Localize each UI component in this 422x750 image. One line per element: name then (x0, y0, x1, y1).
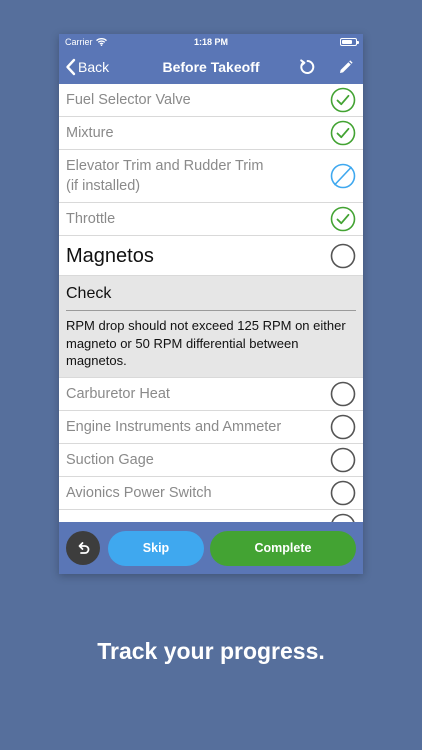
item-label: Throttle (66, 211, 116, 227)
status-bar: Carrier 1:18 PM (59, 34, 363, 50)
item-action: Check (59, 276, 363, 311)
item-label: Fuel Selector Valve (66, 92, 191, 108)
item-label: Engine Instruments and Ammeter (66, 418, 282, 435)
checklist-item[interactable]: Throttle (59, 203, 363, 236)
reset-button[interactable] (298, 58, 316, 76)
item-label: Suction Gage (66, 451, 154, 468)
checklist-item[interactable]: Mixture (59, 117, 363, 150)
status-time: 1:18 PM (193, 37, 228, 47)
item-label: Mixture (66, 125, 114, 141)
back-button[interactable]: Back (65, 58, 109, 76)
reset-icon (300, 59, 315, 74)
check-circle-icon[interactable] (330, 206, 356, 232)
checklist-item[interactable]: Suction Gage (59, 444, 363, 477)
undo-button[interactable] (66, 531, 100, 565)
item-label-main: Elevator Trim and Rudder Trim (66, 158, 264, 174)
skipped-circle-icon[interactable] (330, 163, 356, 189)
checklist-item[interactable]: Avionics Power Switch (59, 477, 363, 510)
edit-button[interactable] (338, 59, 353, 75)
item-label-sub: (if installed) (66, 178, 141, 194)
action-bar: Skip Complete (59, 522, 363, 574)
skip-button[interactable]: Skip (108, 530, 204, 566)
item-label: Elevator Trim and Rudder Trim (if instal… (66, 156, 330, 196)
navigation-bar: Back Before Takeoff (59, 50, 363, 84)
pencil-icon (340, 59, 353, 73)
current-checklist-item[interactable]: Magnetos (59, 236, 363, 276)
empty-circle-icon[interactable] (330, 480, 356, 506)
empty-circle-icon[interactable] (330, 414, 356, 440)
complete-button[interactable]: Complete (210, 530, 356, 566)
empty-circle-icon[interactable] (330, 513, 356, 522)
check-circle-icon[interactable] (330, 87, 356, 113)
promo-caption: Track your progress. (97, 638, 325, 664)
checklist-item[interactable]: Engine Instruments and Ammeter (59, 411, 363, 444)
current-item-label: Magnetos (66, 244, 154, 267)
checklist-item[interactable]: Elevator Trim and Rudder Trim (if instal… (59, 150, 363, 203)
phone-screen: Carrier 1:18 PM Back Before Takeoff Fuel… (59, 34, 363, 574)
battery-icon (340, 38, 359, 46)
checklist-item[interactable]: Carburetor Heat (59, 378, 363, 411)
checklist-item[interactable]: Fuel Selector Valve (59, 84, 363, 117)
item-note: RPM drop should not exceed 125 RPM on ei… (59, 311, 363, 378)
item-label: Carburetor Heat (66, 385, 170, 402)
back-label: Back (78, 59, 110, 75)
checklist-item-partial[interactable] (59, 510, 363, 522)
empty-circle-icon[interactable] (330, 447, 356, 473)
check-circle-icon[interactable] (330, 120, 356, 146)
empty-circle-icon[interactable] (330, 243, 356, 269)
chevron-left-icon (66, 58, 76, 76)
checklist: Fuel Selector Valve Mixture Elevator Tri… (59, 84, 363, 522)
undo-icon (78, 542, 90, 554)
empty-circle-icon[interactable] (330, 381, 356, 407)
item-label: Avionics Power Switch (66, 484, 212, 501)
